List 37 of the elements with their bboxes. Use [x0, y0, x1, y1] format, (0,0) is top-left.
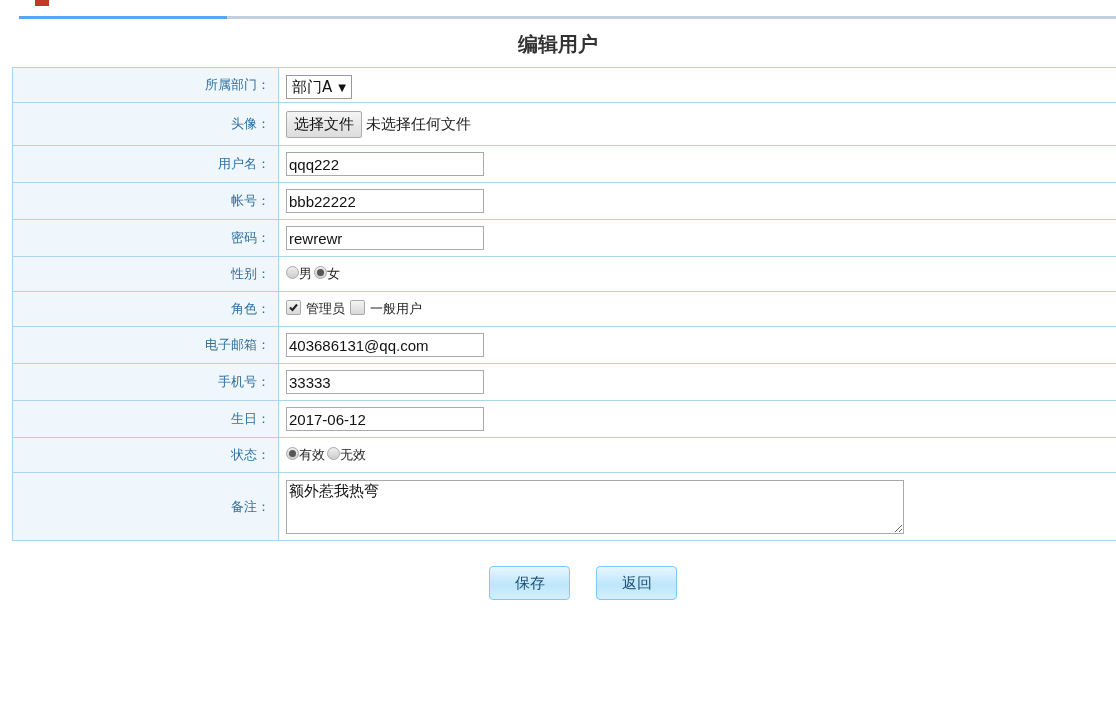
input-field[interactable]: 33333: [286, 370, 484, 394]
input-field[interactable]: bbb22222: [286, 189, 484, 213]
file-status: 未选择任何文件: [366, 114, 471, 133]
choose-file-button[interactable]: 选择文件: [286, 110, 362, 138]
field-label: 角色：: [12, 291, 279, 327]
option-label: 一般用户: [370, 300, 422, 318]
field-label: 密码：: [12, 219, 279, 257]
checkbox[interactable]: [286, 299, 301, 315]
field-label: 手机号：: [12, 363, 279, 401]
option-label: 男: [299, 265, 312, 283]
field-label: 生日：: [12, 400, 279, 438]
radio-button[interactable]: [286, 265, 299, 279]
option-label: 女: [327, 265, 340, 283]
field-label: 帐号：: [12, 182, 279, 220]
checkbox[interactable]: [350, 299, 365, 315]
field-label: 性别：: [12, 256, 279, 292]
input-field[interactable]: qqq222: [286, 152, 484, 176]
form-button[interactable]: 保存: [489, 566, 570, 600]
field-label: 电子邮箱：: [12, 326, 279, 364]
input-field[interactable]: 403686131@qq.com: [286, 333, 484, 357]
field-label: 头像：: [12, 102, 279, 146]
radio-button[interactable]: [286, 446, 299, 460]
option-label: 有效: [299, 446, 325, 464]
input-field[interactable]: 2017-06-12: [286, 407, 484, 431]
field-label: 状态：: [12, 437, 279, 473]
form-button[interactable]: 返回: [596, 566, 677, 600]
department-select[interactable]: 部门A ▼: [286, 75, 352, 99]
radio-button[interactable]: [314, 265, 327, 279]
option-label: 无效: [340, 446, 366, 464]
radio-button[interactable]: [327, 446, 340, 460]
input-field[interactable]: rewrewr: [286, 226, 484, 250]
form-title: 编辑用户: [517, 31, 599, 58]
field-label: 用户名：: [12, 145, 279, 183]
field-label: 备注：: [12, 472, 279, 541]
option-label: 管理员: [306, 300, 345, 318]
remarks-field[interactable]: 额外惹我热弯: [286, 480, 904, 534]
field-label: 所属部门：: [12, 67, 279, 103]
